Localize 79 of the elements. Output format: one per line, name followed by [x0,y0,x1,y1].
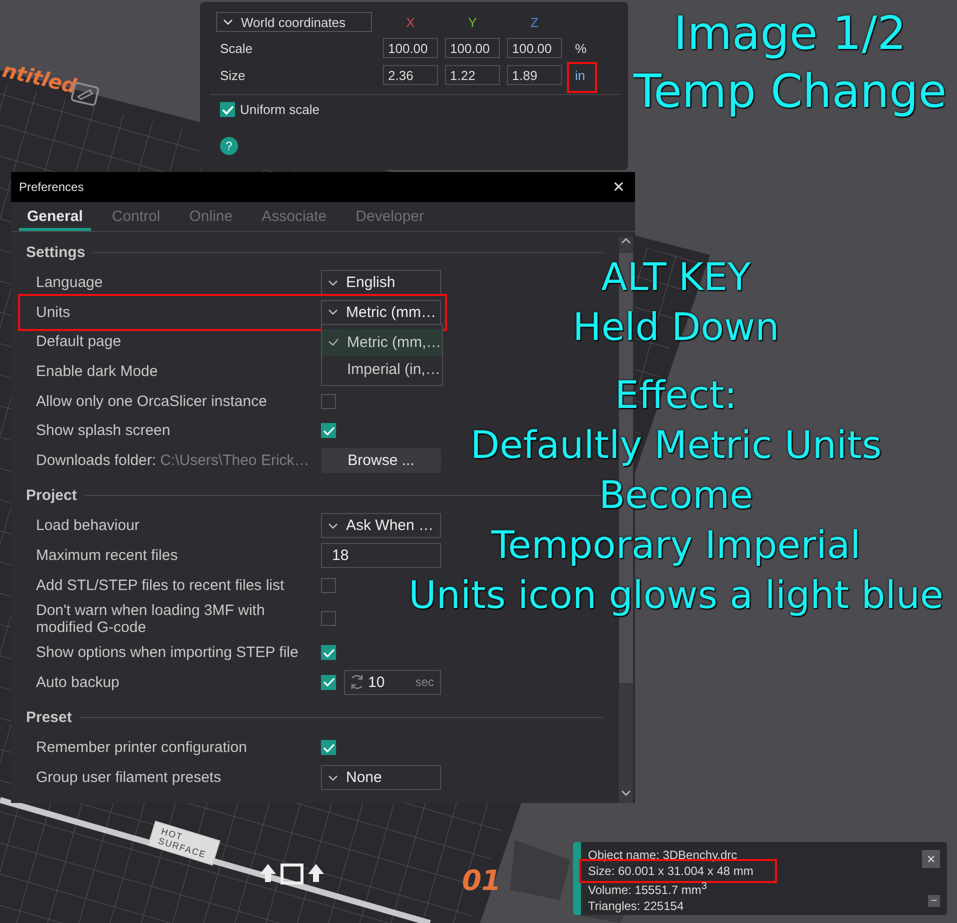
checkbox-label: Uniform scale [240,102,320,117]
check-icon [328,338,339,346]
value-field[interactable]: 100.00 [383,38,438,58]
annotation-text: Held Down [572,304,780,351]
setting-label: Show options when importing STEP file [36,643,300,664]
checkbox[interactable] [321,394,336,409]
checkbox[interactable] [321,674,336,690]
checkbox[interactable] [321,645,336,660]
close-button[interactable]: ✕ [922,850,940,868]
value-field[interactable]: 1.22 [445,65,500,85]
setting-label: Enable dark Mode [36,362,159,382]
interval-field[interactable]: 10 sec [344,670,441,695]
setting-label: Group user filament presets [36,768,222,788]
checkbox[interactable] [321,740,336,756]
unit-label: % [575,40,587,56]
checkbox[interactable] [321,611,336,626]
section-title: Project [26,486,77,504]
object-info-text: Object name: 3DBenchy.drc [588,848,738,862]
chevron-icon [328,774,338,781]
annotation-text: Defaultly Metric Units [470,422,882,469]
setting-label: Show splash screen [36,421,172,442]
dropdown-option[interactable]: Imperial (in,… [322,356,442,383]
close-button[interactable]: ✕ [602,178,635,196]
chevron-icon [328,522,338,529]
annotation-text: Temporary Imperial [491,522,861,569]
value-field[interactable]: 100.00 [445,38,500,58]
plate-number: 01 [462,864,501,897]
value-field[interactable]: 1.89 [507,65,562,85]
highlight-frame [567,62,597,93]
annotation-text: Become [598,472,753,519]
setting-label: Default page [36,332,122,352]
scroll-up-icon [621,237,631,245]
folder-path: C:\Users\Theo Erick… [160,452,310,469]
setting-label: Load behaviour [36,516,140,536]
annotation-text: Image 1/2 [674,5,906,62]
window-title: Preferences [19,180,84,194]
checkbox[interactable] [321,423,336,438]
setting-label: Remember printer configuration [36,738,248,758]
browse-button[interactable]: Browse ... [321,448,441,473]
scroll-down-icon [621,789,631,797]
property-label: Scale [220,40,254,56]
coordinate-dropdown[interactable]: World coordinates [216,12,372,32]
object-info-text: Volume: 15551.7 mm$^{3}$ [588,883,707,897]
section-title: Preset [26,708,72,726]
property-label: Size [220,68,246,82]
collapse-button[interactable]: − [928,895,940,907]
annotation-text: ALT KEY [601,254,751,301]
chevron-icon [328,309,338,316]
value-field[interactable]: 100.00 [507,38,562,58]
section-title: Settings [26,244,86,260]
unit-label: in [575,68,586,82]
dropdown[interactable]: English [321,270,441,296]
setting-label: Maximum recent files [36,546,179,566]
checkbox[interactable] [220,102,235,117]
axis-label: Z [530,14,540,30]
annotation-text: Temp Change [633,63,947,120]
setting-label: Add STL/STEP files to recent files list [36,576,286,596]
setting-label: Language [36,273,104,294]
setting-label: Units [36,302,72,323]
axis-label: Y [467,14,478,30]
chevron-icon [223,19,233,25]
project-name: ntitled [0,58,79,98]
annotation-text: Units icon glows a light blue [408,572,944,619]
annotation-text: Effect: [614,372,738,419]
tab[interactable]: General [19,202,91,231]
setting-label: Don't warn when loading 3MF with modified G-code [36,600,266,638]
axis-label: X [405,14,416,30]
text-field[interactable]: 18 [321,543,441,568]
checkbox[interactable] [321,578,336,593]
setting-label: Auto backup [36,672,120,693]
dropdown[interactable]: Ask When … [321,513,441,538]
setting-label: Allow only one OrcaSlicer instance [36,392,268,412]
value-field[interactable]: 2.36 [383,65,438,85]
dropdown-option[interactable]: Metric (mm,… [322,328,442,356]
dropdown[interactable]: None [321,765,441,790]
object-info-text: Size: 60.001 x 31.004 x 48 mm [588,864,754,878]
chevron-icon [328,280,338,286]
setting-label: Downloads folder: [36,452,156,469]
object-info-text: Triangles: 225154 [588,899,684,913]
